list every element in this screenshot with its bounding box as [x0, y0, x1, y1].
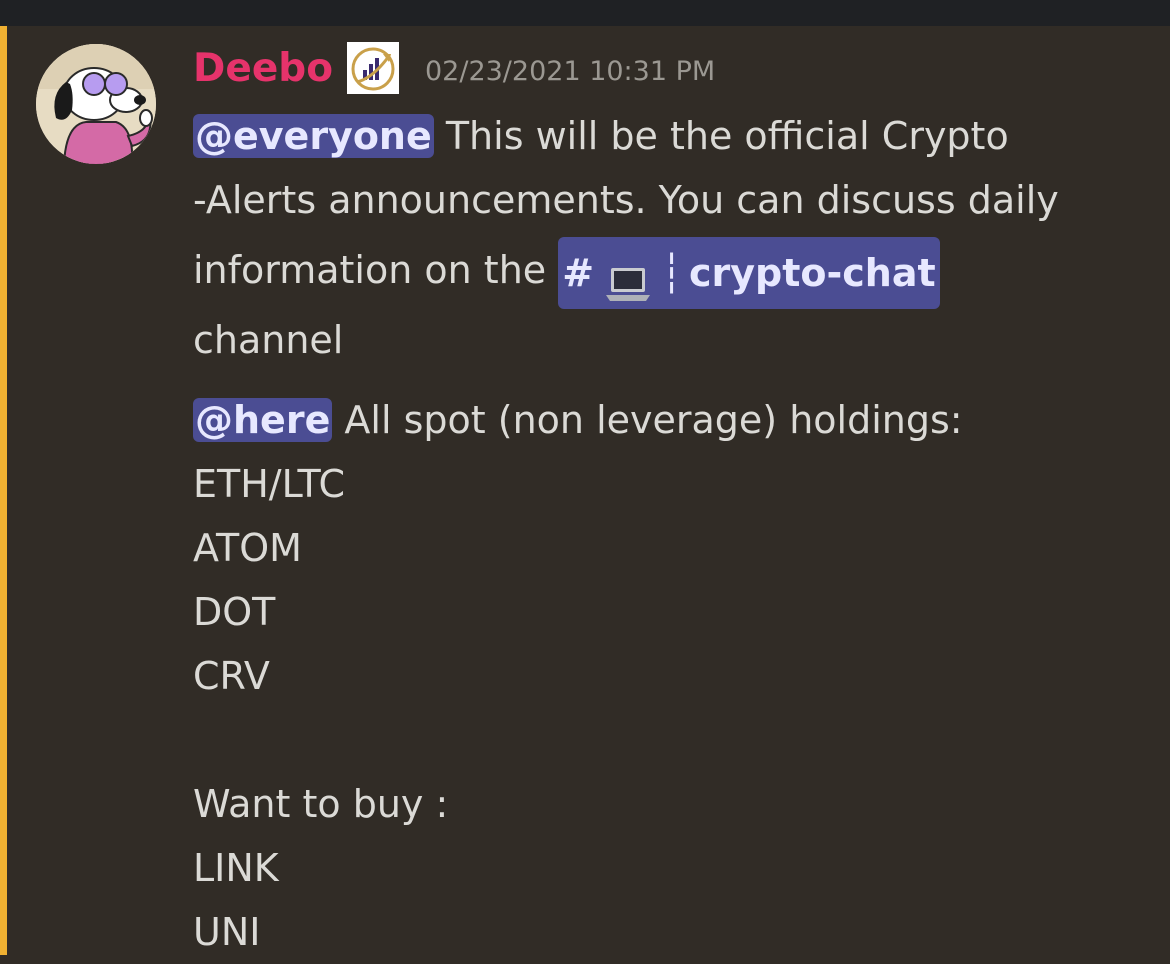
channel-hash-icon: # — [562, 250, 595, 295]
message-line: @everyone This will be the official Cryp… — [193, 104, 1153, 168]
everyone-mention[interactable]: @everyone — [193, 114, 434, 158]
want-item: LINK — [193, 846, 279, 890]
channel-name: crypto-chat — [688, 250, 936, 295]
channel-separator: ┆ — [660, 250, 683, 295]
holding-item: CRV — [193, 654, 270, 698]
here-mention[interactable]: @here — [193, 398, 333, 442]
message-content: @everyone This will be the official Cryp… — [193, 104, 1153, 964]
snoopy-avatar-icon — [36, 44, 156, 164]
user-avatar[interactable] — [36, 44, 156, 164]
message-text: This will be the official Crypto — [433, 114, 1009, 158]
message-line: channel — [193, 308, 1153, 372]
message-header: Deebo 02/23/2021 10:31 PM — [193, 40, 715, 96]
top-bar — [0, 0, 1170, 26]
message-text: All spot (non leverage) holdings: — [332, 398, 963, 442]
role-chart-icon — [347, 42, 399, 94]
message-line: -Alerts announcements. You can discuss d… — [193, 168, 1153, 232]
holding-item: ETH/LTC — [193, 462, 346, 506]
want-to-buy-label: Want to buy : — [193, 782, 449, 826]
want-item: UNI — [193, 910, 261, 954]
message-text: -Alerts announcements. You can discuss d… — [193, 178, 1059, 222]
mention-highlight-bar — [0, 26, 7, 955]
holding-item: ATOM — [193, 526, 302, 570]
chat-message: Deebo 02/23/2021 10:31 PM @everyone This… — [7, 26, 1170, 955]
message-text: information on the — [193, 248, 559, 292]
channel-mention-crypto-chat[interactable]: # ┆ crypto-chat — [558, 236, 940, 309]
laptop-icon — [604, 253, 652, 301]
message-timestamp: 02/23/2021 10:31 PM — [425, 55, 716, 87]
username[interactable]: Deebo — [193, 46, 333, 91]
holding-item: DOT — [193, 590, 276, 634]
message-line: @here All spot (non leverage) holdings: — [193, 388, 1153, 452]
message-text: channel — [193, 318, 344, 362]
message-line: information on the # ┆ crypto-chat — [193, 232, 1153, 309]
